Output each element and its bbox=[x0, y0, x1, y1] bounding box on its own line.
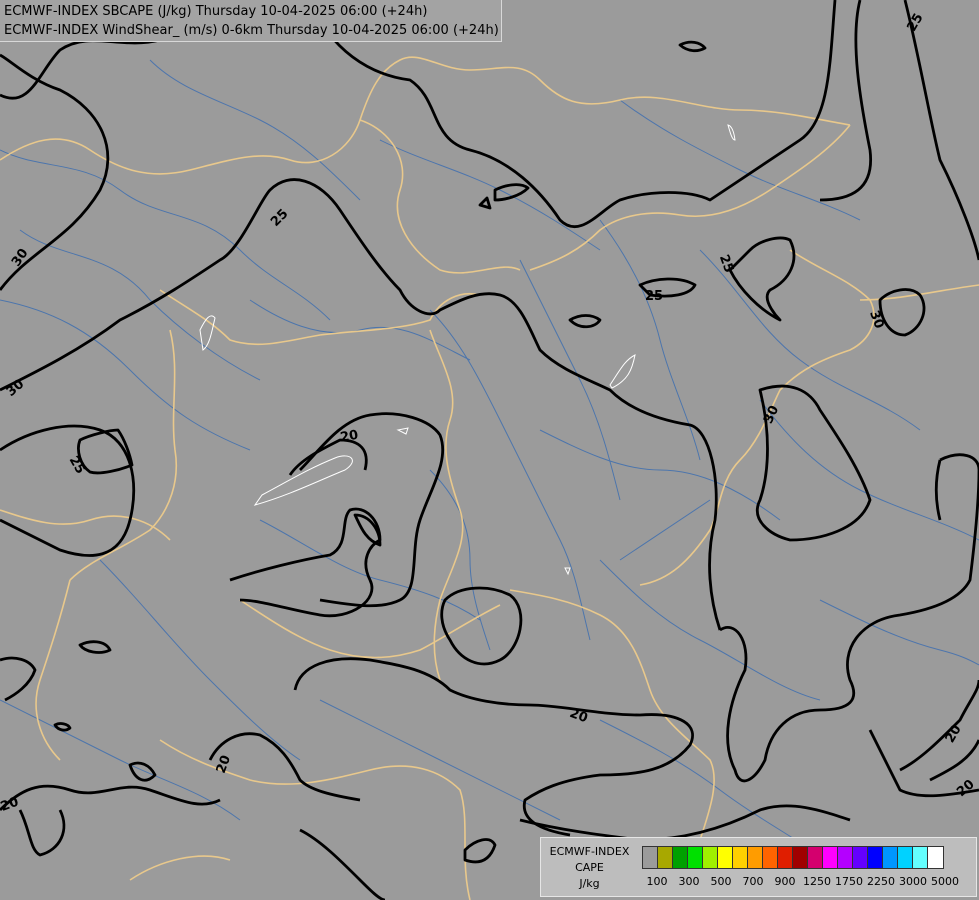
weather-map: 25 30 30 25 25 20 25 30 30 20 20 20 20 2… bbox=[0, 0, 979, 900]
legend-swatch bbox=[688, 847, 703, 868]
legend-swatch bbox=[913, 847, 928, 868]
legend-tick-label: 3000 bbox=[899, 875, 927, 888]
legend-tick-label: 300 bbox=[678, 875, 700, 888]
legend-swatch bbox=[778, 847, 793, 868]
legend-swatch bbox=[808, 847, 823, 868]
legend-swatch bbox=[823, 847, 838, 868]
legend-tick-label: 1750 bbox=[835, 875, 863, 888]
legend-swatch bbox=[793, 847, 808, 868]
legend-swatch bbox=[853, 847, 868, 868]
legend-swatch bbox=[703, 847, 718, 868]
legend-swatch bbox=[643, 847, 658, 868]
legend-tick-label: 100 bbox=[646, 875, 668, 888]
legend-swatch bbox=[673, 847, 688, 868]
legend-swatch bbox=[928, 847, 943, 868]
legend-swatch bbox=[868, 847, 883, 868]
legend-title-model: ECMWF-INDEX bbox=[549, 845, 630, 858]
legend-swatch bbox=[898, 847, 913, 868]
legend-tick-label: 900 bbox=[774, 875, 796, 888]
legend-tick-label: 1250 bbox=[803, 875, 831, 888]
legend-title: ECMWF-INDEX CAPE J/kg bbox=[541, 844, 638, 892]
legend-tick-label: 700 bbox=[742, 875, 764, 888]
legend-swatch bbox=[763, 847, 778, 868]
contour-label: 25 bbox=[645, 289, 663, 304]
legend-title-field: CAPE bbox=[575, 861, 604, 874]
legend-swatch bbox=[838, 847, 853, 868]
legend-swatch bbox=[748, 847, 763, 868]
map-title-box: ECMWF-INDEX SBCAPE (J/kg) Thursday 10-04… bbox=[0, 0, 502, 42]
legend-tick-label: 5000 bbox=[931, 875, 959, 888]
legend-swatch bbox=[658, 847, 673, 868]
legend-swatch bbox=[883, 847, 898, 868]
legend-tick-label: 500 bbox=[710, 875, 732, 888]
legend-swatch bbox=[718, 847, 733, 868]
legend-tick-label: 2250 bbox=[867, 875, 895, 888]
legend-title-unit: J/kg bbox=[579, 877, 600, 890]
contour-label: 20 bbox=[339, 428, 359, 446]
cape-legend: ECMWF-INDEX CAPE J/kg 100 300 500 700 900 125… bbox=[540, 837, 977, 897]
legend-swatch bbox=[733, 847, 748, 868]
legend-ticks: 100 300 500 700 900 1250 1750 2250 3000 5000 bbox=[642, 875, 978, 889]
title-windshear: ECMWF-INDEX WindShear_ (m/s) 0-6km Thurs… bbox=[4, 23, 499, 38]
title-cape: ECMWF-INDEX SBCAPE (J/kg) Thursday 10-04… bbox=[4, 4, 428, 19]
legend-colorbar bbox=[642, 846, 944, 869]
